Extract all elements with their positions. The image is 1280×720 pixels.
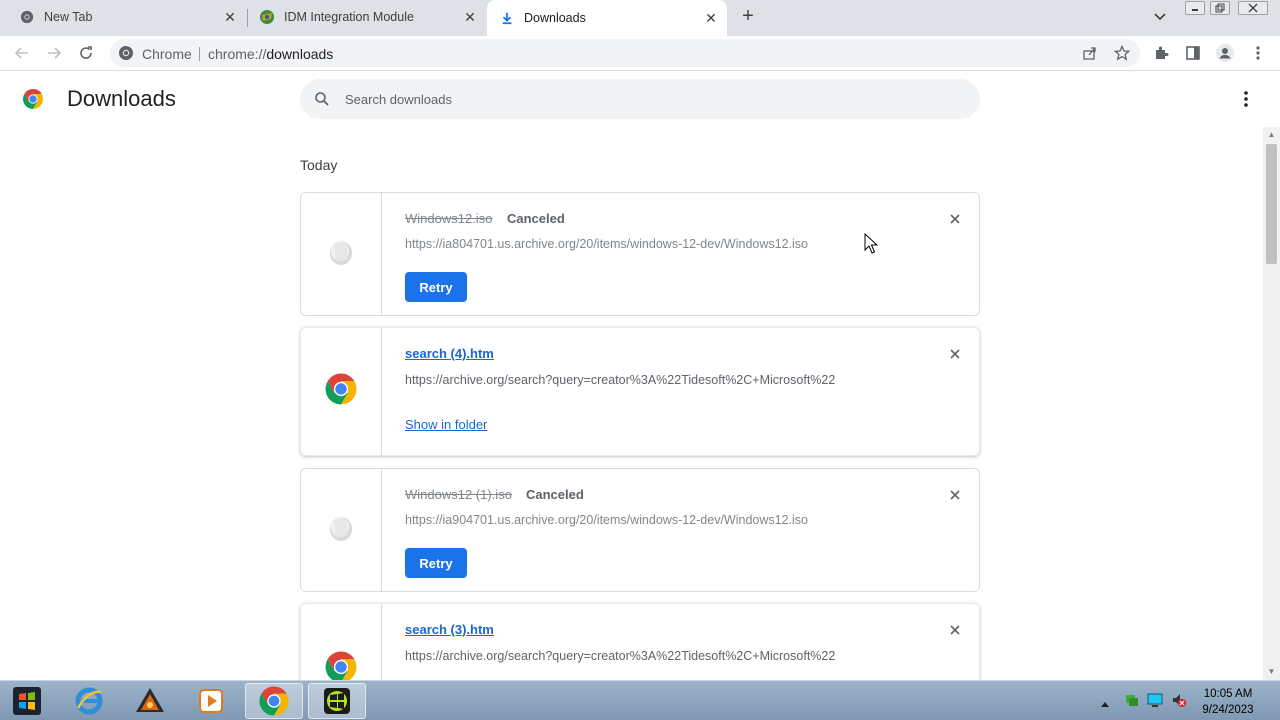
- download-icon: [499, 10, 515, 26]
- download-item: search (4).htm https://archive.org/searc…: [300, 327, 980, 456]
- more-actions-icon[interactable]: [1238, 90, 1254, 108]
- search-icon: [314, 91, 330, 107]
- download-url[interactable]: https://ia804701.us.archive.org/20/items…: [405, 237, 808, 251]
- monitor-tray-icon[interactable]: [1147, 692, 1163, 713]
- page-scrollbar[interactable]: ▲ ▼: [1263, 127, 1280, 680]
- internet-explorer-icon[interactable]: [60, 683, 118, 719]
- download-status: Canceled: [526, 487, 584, 502]
- mouse-cursor-icon: [864, 232, 879, 255]
- file-icon-column: [301, 328, 382, 455]
- search-input[interactable]: [345, 89, 945, 109]
- download-url[interactable]: https://archive.org/search?query=creator…: [405, 649, 835, 663]
- side-panel-icon[interactable]: [1183, 43, 1203, 63]
- share-icon[interactable]: [1080, 43, 1100, 63]
- menu-kebab-icon[interactable]: [1248, 43, 1268, 63]
- retry-button[interactable]: Retry: [405, 272, 467, 302]
- chrome-icon: [324, 372, 358, 411]
- omnibox-url: chrome://downloads: [208, 46, 334, 62]
- close-window-button[interactable]: [1238, 1, 1268, 15]
- tray-chevron-up-icon[interactable]: [1100, 695, 1110, 713]
- tab-title: IDM Integration Module: [284, 10, 414, 24]
- start-button[interactable]: [2, 683, 52, 719]
- chrome-logo-icon: [22, 88, 44, 110]
- network-tray-icon[interactable]: [1124, 692, 1140, 713]
- forward-arrow-icon[interactable]: [44, 43, 64, 63]
- game-app-icon[interactable]: [121, 683, 179, 719]
- back-arrow-icon[interactable]: [12, 43, 32, 63]
- clock[interactable]: 10:05 AM 9/24/2023: [1196, 686, 1260, 718]
- remove-close-icon[interactable]: [948, 623, 962, 637]
- chrome-taskbar-icon[interactable]: [245, 683, 303, 719]
- scroll-down-arrow-icon[interactable]: ▼: [1267, 667, 1276, 676]
- file-icon-column: [301, 193, 382, 315]
- address-bar[interactable]: Chrome chrome://downloads: [110, 39, 1140, 67]
- close-icon[interactable]: ✕: [462, 9, 478, 25]
- date-header: Today: [300, 157, 338, 173]
- chevron-down-icon[interactable]: [1152, 8, 1168, 24]
- browser-toolbar: Chrome chrome://downloads: [0, 36, 1280, 71]
- close-icon[interactable]: ✕: [222, 9, 238, 25]
- remove-close-icon[interactable]: [948, 212, 962, 226]
- omnibox-scheme-label: Chrome: [142, 46, 192, 62]
- idm-icon: [259, 9, 275, 25]
- minimize-button[interactable]: [1185, 1, 1205, 15]
- download-filename: Windows12.iso: [405, 211, 493, 226]
- xbox-app-icon[interactable]: [308, 683, 366, 719]
- download-item: search (3).htm https://archive.org/searc…: [300, 603, 980, 680]
- tab-strip: New Tab ✕ IDM Integration Module ✕ Downl…: [0, 0, 1280, 36]
- download-item: Windows12 (1).iso Canceled https://ia904…: [300, 468, 980, 592]
- media-player-icon[interactable]: [182, 683, 240, 719]
- chrome-icon: [118, 45, 134, 61]
- extensions-icon[interactable]: [1151, 43, 1171, 63]
- reload-icon[interactable]: [76, 43, 96, 63]
- show-in-folder-link[interactable]: Show in folder: [405, 417, 487, 432]
- tab-idm-integration[interactable]: IDM Integration Module ✕: [240, 0, 486, 34]
- remove-close-icon[interactable]: [948, 347, 962, 361]
- new-tab-button[interactable]: +: [738, 6, 758, 26]
- volume-muted-tray-icon[interactable]: [1171, 692, 1187, 713]
- download-filename-link[interactable]: search (3).htm: [405, 622, 494, 637]
- download-url[interactable]: https://ia904701.us.archive.org/20/items…: [405, 513, 808, 527]
- tab-new-tab[interactable]: New Tab ✕: [0, 0, 246, 34]
- chrome-icon: [324, 650, 358, 680]
- search-downloads-field[interactable]: [300, 79, 980, 119]
- bookmark-star-icon[interactable]: [1112, 43, 1132, 63]
- generic-file-icon: [328, 238, 354, 271]
- file-icon-column: [301, 469, 382, 591]
- omnibox-divider: [199, 47, 200, 61]
- scroll-up-arrow-icon[interactable]: ▲: [1267, 130, 1276, 139]
- retry-button[interactable]: Retry: [405, 548, 467, 578]
- tab-title: Downloads: [524, 11, 586, 25]
- download-filename: Windows12 (1).iso: [405, 487, 512, 502]
- generic-file-icon: [328, 514, 354, 547]
- file-icon-column: [301, 604, 382, 680]
- page-title: Downloads: [67, 86, 176, 111]
- download-item: Windows12.iso Canceled https://ia804701.…: [300, 192, 980, 316]
- profile-avatar-icon[interactable]: [1215, 43, 1235, 63]
- tab-downloads[interactable]: Downloads ✕: [487, 0, 727, 36]
- remove-close-icon[interactable]: [948, 488, 962, 502]
- close-icon[interactable]: ✕: [703, 10, 719, 26]
- clock-time: 10:05 AM: [1203, 688, 1253, 700]
- tab-title: New Tab: [44, 10, 93, 24]
- windows-taskbar: 10:05 AM 9/24/2023: [0, 680, 1280, 720]
- scrollbar-thumb[interactable]: [1266, 144, 1277, 264]
- download-url[interactable]: https://archive.org/search?query=creator…: [405, 373, 835, 387]
- download-filename-link[interactable]: search (4).htm: [405, 346, 494, 361]
- download-status: Canceled: [507, 211, 565, 226]
- chrome-icon: [19, 9, 35, 25]
- maximize-button[interactable]: [1210, 1, 1230, 15]
- clock-date: 9/24/2023: [1202, 704, 1254, 716]
